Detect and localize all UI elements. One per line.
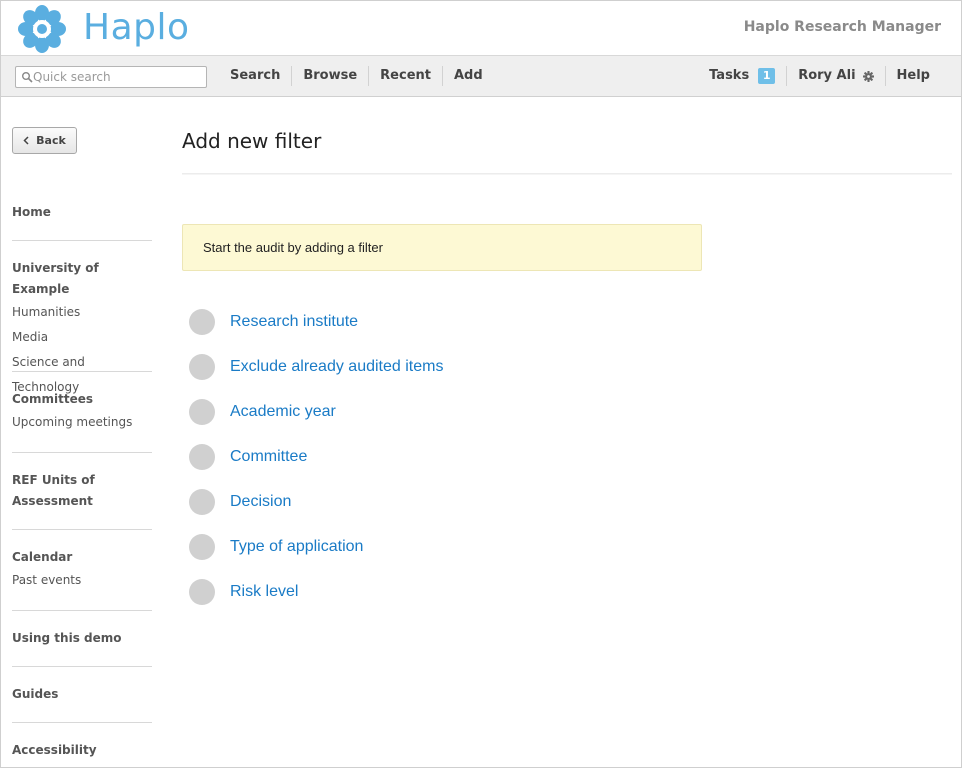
tasks-label: Tasks [709,68,750,83]
sidebar-section-home: Home [12,202,152,223]
filter-list: Research institute Exclude already audit… [189,299,443,614]
sidebar-divider [12,529,152,530]
nav-search[interactable]: Search [219,66,293,86]
nav-add[interactable]: Add [443,66,494,86]
sidebar-section-ref: REF Units of Assessment [12,470,97,512]
top-banner: Haplo Haplo Research Manager [1,1,961,55]
page-title: Add new filter [182,129,322,153]
app-window: Haplo Haplo Research Manager Search Brow… [0,0,962,768]
radio-dot-icon[interactable] [189,308,215,335]
filter-option-type-of-application[interactable]: Type of application [189,524,443,569]
gear-icon [862,70,874,82]
filter-option-committee[interactable]: Committee [189,434,443,479]
radio-dot-icon[interactable] [189,533,215,560]
back-button[interactable]: Back [12,127,77,154]
sidebar-section-committees: Committees Upcoming meetings [12,389,152,435]
user-name: Rory Ali [798,68,856,83]
sidebar-divider [12,610,152,611]
nav-secondary: Tasks 1 Rory Ali Help [698,56,941,96]
sidebar-divider [12,722,152,723]
sidebar-heading[interactable]: Guides [12,684,152,705]
sidebar-heading[interactable]: Using this demo [12,628,152,649]
nav-tasks[interactable]: Tasks 1 [698,66,788,86]
sidebar-heading[interactable]: Home [12,202,152,223]
sidebar-divider [12,666,152,667]
sidebar-section-guides: Guides [12,684,152,705]
radio-dot-icon[interactable] [189,488,215,515]
logo-text[interactable]: Haplo [83,7,190,48]
notice-box: Start the audit by adding a filter [182,224,702,271]
search-input[interactable] [33,67,203,87]
filter-label[interactable]: Academic year [230,403,336,421]
sidebar-heading[interactable]: University of Example [12,258,152,300]
sidebar-heading[interactable]: Accessibility [12,740,152,761]
nav-browse[interactable]: Browse [292,66,370,86]
search-icon [22,72,33,83]
tasks-count-badge: 1 [758,68,776,84]
nav-help[interactable]: Help [886,66,941,86]
quick-search [15,66,207,88]
filter-option-exclude-audited[interactable]: Exclude already audited items [189,344,443,389]
filter-option-academic-year[interactable]: Academic year [189,389,443,434]
filter-label[interactable]: Research institute [230,313,358,331]
radio-dot-icon[interactable] [189,443,215,470]
filter-label[interactable]: Decision [230,493,291,511]
nav-primary: Search Browse Recent Add [219,56,494,96]
sidebar-heading[interactable]: Committees [12,389,152,410]
sidebar-section-accessibility: Accessibility [12,740,152,761]
radio-dot-icon[interactable] [189,353,215,380]
sidebar-divider [12,452,152,453]
sidebar-section-calendar: Calendar Past events [12,547,152,593]
filter-label[interactable]: Exclude already audited items [230,358,443,376]
nav-bar: Search Browse Recent Add Tasks 1 Rory Al… [1,55,961,97]
sidebar-divider [12,371,152,372]
sidebar-section-demo: Using this demo [12,628,152,649]
sidebar-item-media[interactable]: Media [12,325,152,350]
radio-dot-icon[interactable] [189,578,215,605]
sidebar-section-university: University of Example Humanities Media S… [12,258,152,400]
sidebar-heading[interactable]: Calendar [12,547,152,568]
sidebar-item-humanities[interactable]: Humanities [12,300,152,325]
chevron-left-icon [23,136,29,145]
filter-label[interactable]: Type of application [230,538,363,556]
nav-user[interactable]: Rory Ali [787,66,886,86]
nav-recent[interactable]: Recent [369,66,443,86]
filter-label[interactable]: Committee [230,448,307,466]
filter-option-decision[interactable]: Decision [189,479,443,524]
filter-option-research-institute[interactable]: Research institute [189,299,443,344]
filter-option-risk-level[interactable]: Risk level [189,569,443,614]
filter-label[interactable]: Risk level [230,583,298,601]
haplo-flower-icon[interactable] [16,4,68,54]
sidebar-item-upcoming-meetings[interactable]: Upcoming meetings [12,410,152,435]
radio-dot-icon[interactable] [189,398,215,425]
back-label: Back [36,134,66,147]
sidebar-item-past-events[interactable]: Past events [12,568,152,593]
sidebar-divider [12,240,152,241]
sidebar-heading[interactable]: REF Units of Assessment [12,470,97,512]
title-divider [182,173,952,175]
product-name: Haplo Research Manager [743,19,941,35]
